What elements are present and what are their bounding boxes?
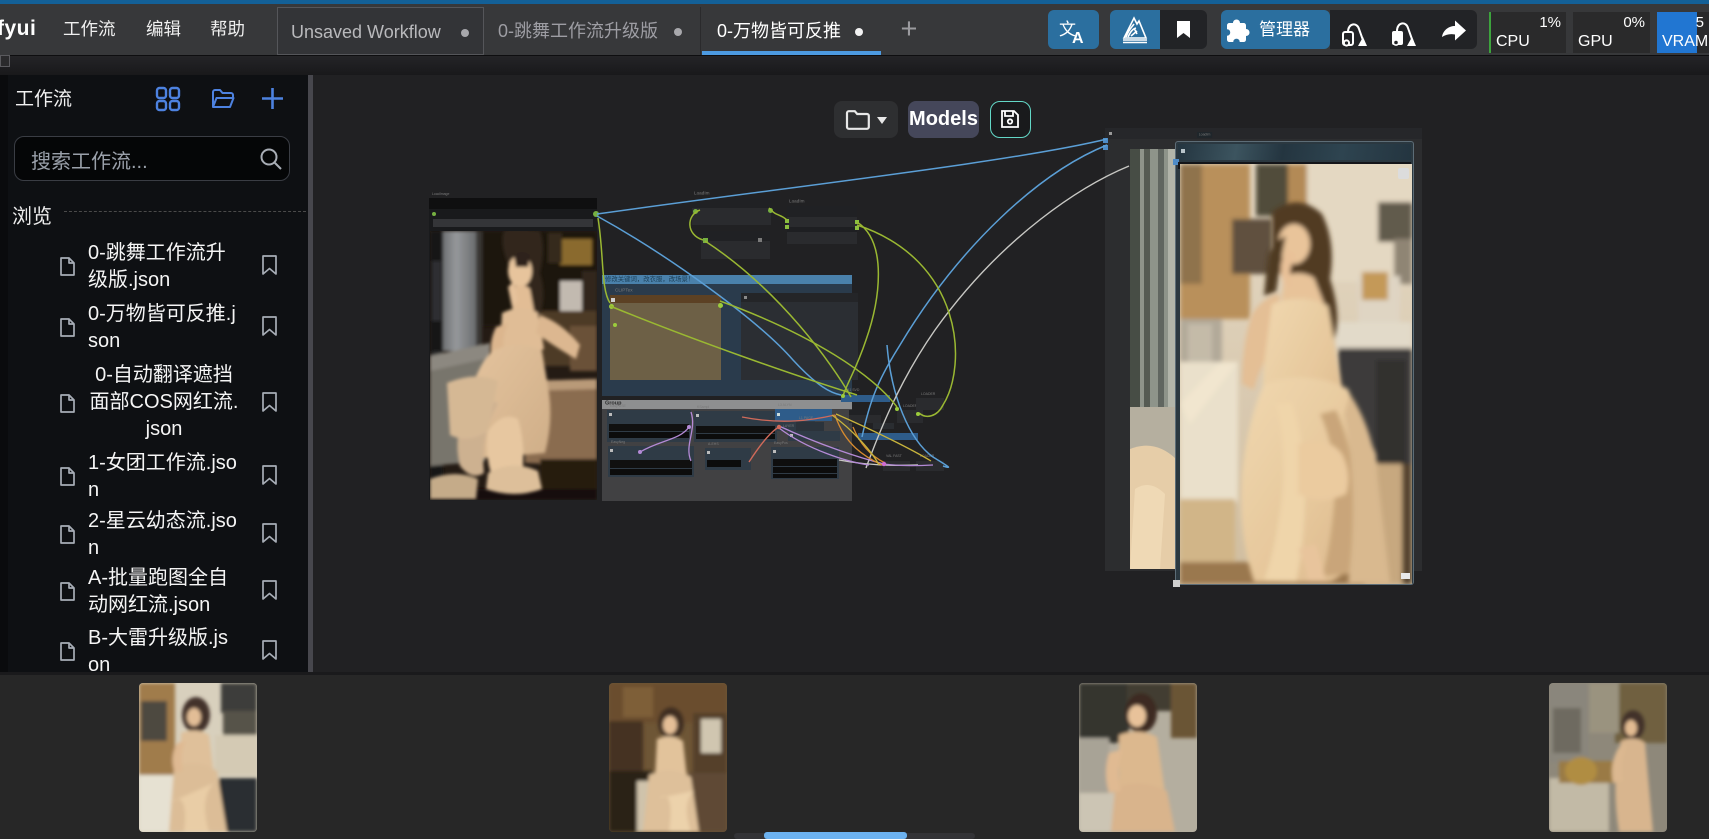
svg-text:A: A: [1072, 30, 1084, 47]
